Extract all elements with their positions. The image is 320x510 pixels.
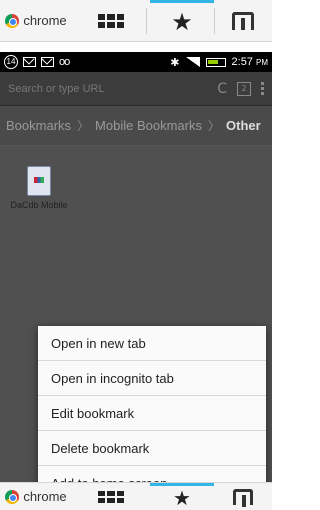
apps-grid-button[interactable] [78,0,144,41]
menu-item-open-new-tab[interactable]: Open in new tab [38,326,266,361]
bookmarks-star-button[interactable]: ★ [150,0,214,41]
breadcrumb-item-mobile-bookmarks[interactable]: Mobile Bookmarks [95,118,202,133]
apps-grid-button[interactable] [78,483,144,510]
chrome-icon [5,13,20,28]
app-button[interactable] [214,0,272,41]
star-icon: ★ [173,486,191,510]
mail-icon [23,57,36,67]
bluetooth-icon: ✱ [170,56,180,69]
notification-badge: 14 [4,55,18,69]
chevron-right-icon: 〉 [77,119,90,133]
bookmark-context-menu: Open in new tab Open in incognito tab Ed… [38,326,266,482]
grid-icon [98,490,124,503]
bookmark-favicon-icon [27,166,51,196]
mail-icon [41,57,54,67]
star-icon: ★ [171,8,193,36]
bookmarks-content: DaCdb Mobile Open in new tab Open in inc… [0,146,272,482]
chrome-label: chrome [23,489,67,504]
bookmark-tile[interactable]: DaCdb Mobile [8,166,70,210]
signal-icon [185,57,200,67]
menu-item-open-incognito-tab[interactable]: Open in incognito tab [38,361,266,396]
desktop-toolbar-bottom: chrome ★ [0,482,272,510]
battery-icon [205,57,226,67]
menu-item-edit-bookmark[interactable]: Edit bookmark [38,396,266,431]
menu-item-add-to-home-screen[interactable]: Add to home screen [38,466,266,482]
chrome-tab[interactable]: chrome [0,483,72,510]
toolbar-divider [146,8,147,34]
bookmarks-star-button[interactable]: ★ [150,483,214,510]
app-icon [233,488,253,507]
chevron-right-icon: 〉 [207,119,220,133]
clock: 2:57 PM [231,56,268,68]
url-bar: Search or type URL C 2 [0,72,272,106]
reload-icon[interactable]: C [217,81,227,97]
chrome-tab[interactable]: chrome [0,0,72,41]
overflow-menu-icon[interactable] [261,82,264,95]
bookmark-label: DaCdb Mobile [10,200,68,210]
chrome-label: chrome [23,13,67,28]
menu-item-delete-bookmark[interactable]: Delete bookmark [38,431,266,466]
status-bar: 14 oo ✱ 2:57 PM [0,52,272,72]
app-icon [232,11,254,30]
breadcrumb-item-bookmarks[interactable]: Bookmarks [6,118,71,133]
chrome-icon [5,489,20,504]
breadcrumb: Bookmarks 〉 Mobile Bookmarks 〉 Other [0,106,272,146]
breadcrumb-item-other[interactable]: Other [226,118,261,133]
url-input[interactable]: Search or type URL [8,83,207,95]
tabs-icon[interactable]: 2 [237,81,251,96]
voicemail-icon: oo [59,56,70,68]
desktop-toolbar-top: chrome ★ [0,0,272,42]
phone-screen: 14 oo ✱ 2:57 PM Search or type URL C 2 B… [0,52,272,482]
grid-icon [98,13,124,28]
app-button[interactable] [214,483,272,510]
